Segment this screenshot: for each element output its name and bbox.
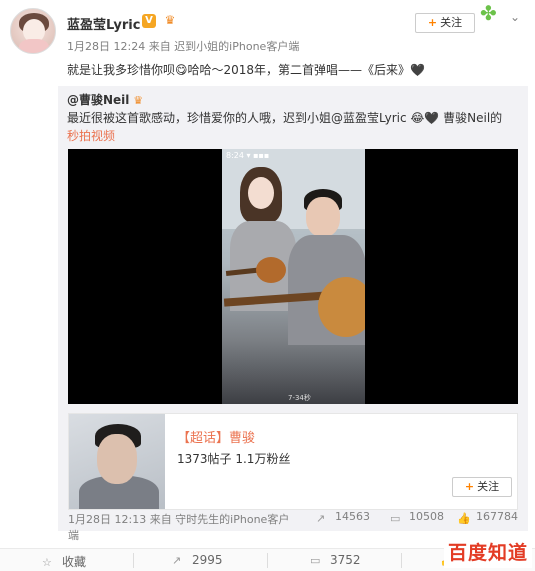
topic-card[interactable]: 【超话】曹骏 1373帖子 1.1万粉丝 + 关注 bbox=[68, 413, 518, 510]
chevron-down-icon[interactable]: ⌄ bbox=[508, 10, 522, 24]
comment-icon: ▭ bbox=[390, 512, 401, 525]
share-icon: ↗ bbox=[172, 554, 182, 567]
video-statusbar: 8:24 ▾ ▪▪▪ bbox=[226, 151, 270, 160]
favorite-label: 收藏 bbox=[62, 555, 87, 569]
post-username[interactable]: 蓝盈莹Lyric bbox=[67, 14, 140, 33]
original-comment-button[interactable]: ▭ 10508 bbox=[390, 510, 444, 525]
original-share-button[interactable]: ↗ 14563 bbox=[316, 510, 370, 525]
topic-title[interactable]: 【超话】曹骏 bbox=[177, 427, 255, 446]
member-crown-icon: ♛ bbox=[164, 13, 176, 27]
divider bbox=[401, 553, 402, 568]
original-text: 最近很被这首歌感动，珍惜爱你的人哦，迟到小姐@蓝盈莹Lyric 😂🖤 曹骏Nei… bbox=[67, 111, 503, 125]
share-icon: ↗ bbox=[316, 512, 326, 525]
topic-follow-label: 关注 bbox=[477, 480, 500, 493]
repost-container: @曹骏Neil ♛ 最近很被这首歌感动，珍惜爱你的人哦，迟到小姐@蓝盈莹Lyri… bbox=[58, 86, 528, 542]
plus-icon: + bbox=[427, 16, 438, 29]
user-avatar[interactable] bbox=[10, 8, 56, 54]
original-author-line: @曹骏Neil ♛ bbox=[67, 91, 143, 108]
video-link[interactable]: 秒拍视频 bbox=[67, 127, 115, 144]
member-crown-icon: ♛ bbox=[133, 94, 144, 107]
comment-count: 3752 bbox=[330, 553, 361, 567]
original-like-button[interactable]: 👍 167784 bbox=[457, 510, 518, 525]
post-text: 就是让我多珍惜你呗😋哈哈～2018年，第二首弹唱——《后来》🖤 bbox=[67, 63, 425, 77]
original-comment-count: 10508 bbox=[409, 510, 444, 523]
follow-button[interactable]: + 关注 bbox=[415, 13, 475, 33]
share-count: 2995 bbox=[192, 553, 223, 567]
post-meta: 1月28日 12:24 来自 迟到小姐的iPhone客户端 bbox=[67, 40, 300, 53]
original-share-count: 14563 bbox=[335, 510, 370, 523]
divider bbox=[267, 553, 268, 568]
original-like-count: 167784 bbox=[476, 510, 518, 523]
comment-button[interactable]: ▭ 3752 bbox=[310, 553, 361, 567]
topic-image bbox=[69, 414, 165, 509]
video-player[interactable]: 8:24 ▾ ▪▪▪ 7-34秒 bbox=[68, 149, 518, 404]
topic-follow-button[interactable]: + 关注 bbox=[452, 477, 512, 497]
clover-icon: ✤ bbox=[480, 1, 497, 25]
star-icon: ☆ bbox=[42, 556, 52, 569]
original-meta-continued: 端 bbox=[68, 529, 79, 542]
plus-icon: + bbox=[464, 480, 475, 493]
video-frame: 8:24 ▾ ▪▪▪ 7-34秒 bbox=[222, 149, 365, 404]
divider bbox=[133, 553, 134, 568]
watermark-logo: 百度知道 bbox=[444, 538, 532, 568]
original-author-link[interactable]: @曹骏Neil bbox=[67, 93, 129, 107]
like-icon: 👍 bbox=[457, 512, 471, 525]
favorite-button[interactable]: ☆ 收藏 bbox=[42, 553, 86, 570]
verified-badge-icon: V bbox=[142, 14, 156, 28]
topic-stats: 1373帖子 1.1万粉丝 bbox=[177, 452, 291, 466]
video-caption: 7-34秒 bbox=[288, 394, 311, 402]
original-meta: 1月28日 12:13 来自 守时先生的iPhone客户 bbox=[68, 513, 290, 526]
weibo-post-card: 蓝盈莹Lyric V ♛ 1月28日 12:24 来自 迟到小姐的iPhone客… bbox=[0, 0, 535, 571]
share-button[interactable]: ↗ 2995 bbox=[172, 553, 223, 567]
follow-button-label: 关注 bbox=[440, 16, 463, 29]
comment-icon: ▭ bbox=[310, 554, 321, 567]
